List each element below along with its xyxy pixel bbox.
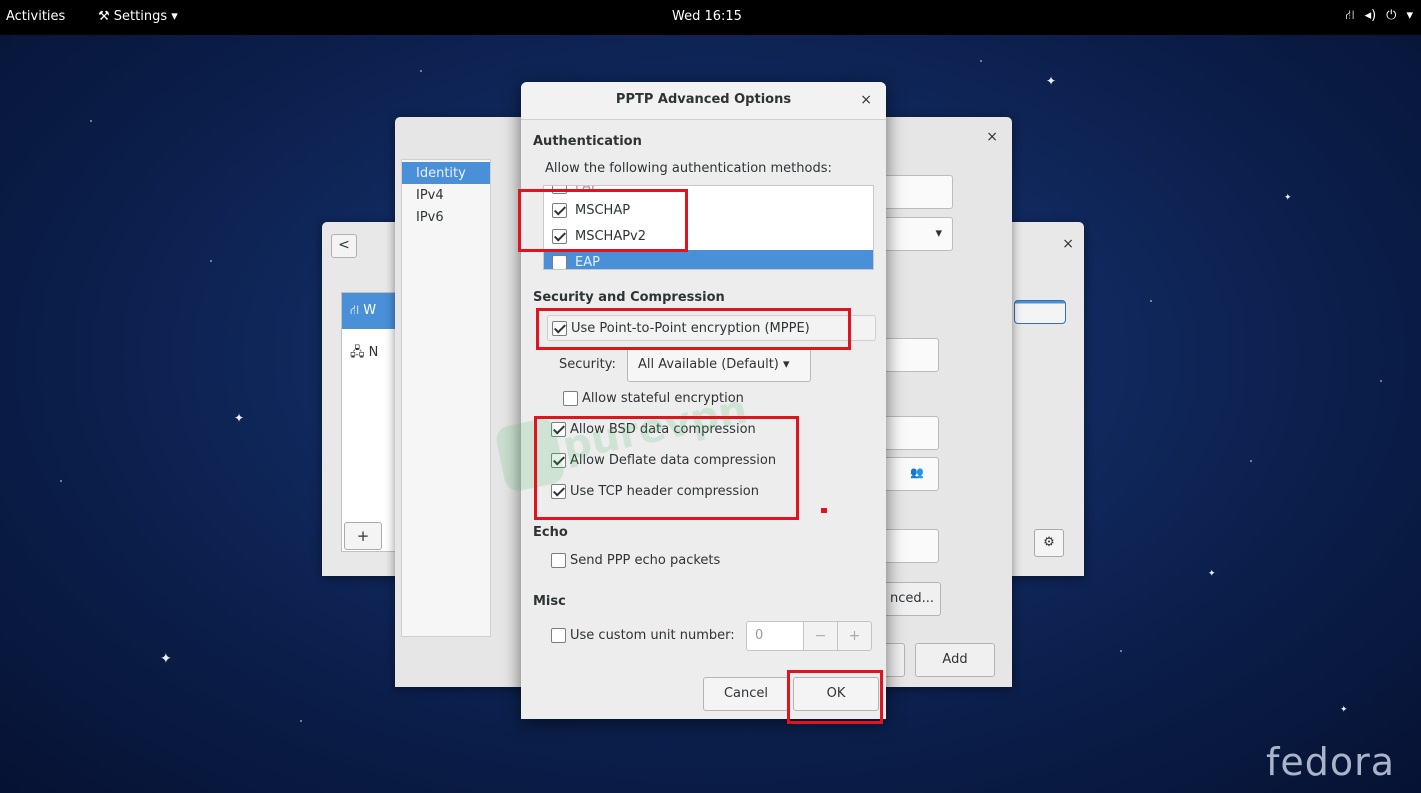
list-item[interactable]: MSCHAPv2 bbox=[544, 224, 873, 248]
sidebar-item-identity[interactable]: Identity bbox=[402, 162, 490, 184]
top-bar: Activities ⚒ Settings ▾ Wed 16:15 ⛙ ◂) ⏻… bbox=[0, 0, 1421, 35]
network-item[interactable]: 🖧 N bbox=[350, 343, 378, 365]
send-echo-row[interactable]: Send PPP echo packets bbox=[551, 553, 720, 568]
security-label: Security: bbox=[559, 357, 616, 372]
decrement-button[interactable]: − bbox=[803, 621, 838, 651]
bsd-compression-label: Allow BSD data compression bbox=[570, 422, 756, 437]
send-echo-label: Send PPP echo packets bbox=[570, 553, 721, 568]
network-item-label: N bbox=[368, 345, 379, 360]
cancel-button[interactable]: Cancel bbox=[703, 677, 789, 711]
list-item[interactable]: EAP bbox=[544, 250, 873, 270]
star-decoration: ✦ bbox=[1208, 569, 1216, 579]
use-mppe-label: Use Point-to-Point encryption (MPPE) bbox=[571, 320, 810, 336]
stateful-encryption-checkbox[interactable] bbox=[563, 391, 578, 406]
toggle-switch[interactable] bbox=[1014, 300, 1066, 324]
custom-unit-label: Use custom unit number: bbox=[570, 628, 735, 643]
authentication-heading: Authentication bbox=[533, 134, 642, 149]
tcp-header-compression-label: Use TCP header compression bbox=[570, 484, 760, 499]
security-value: All Available (Default) bbox=[638, 357, 779, 372]
star-decoration: ✦ bbox=[160, 651, 172, 667]
chevron-down-icon: ▾ bbox=[1406, 8, 1413, 23]
text-field[interactable] bbox=[875, 175, 953, 209]
authentication-prompt: Allow the following authentication metho… bbox=[545, 161, 832, 176]
chevron-down-icon: ▾ bbox=[783, 357, 790, 372]
misc-heading: Misc bbox=[533, 594, 566, 609]
wired-network-icon: 🖧 bbox=[350, 345, 365, 360]
bsd-compression-row[interactable]: Allow BSD data compression bbox=[551, 422, 756, 437]
sidebar-item-ipv6[interactable]: IPv6 bbox=[402, 206, 490, 228]
bsd-compression-checkbox[interactable] bbox=[551, 422, 566, 437]
star-decoration: ✦ bbox=[234, 411, 245, 425]
use-mppe-row[interactable]: Use Point-to-Point encryption (MPPE) bbox=[547, 315, 876, 341]
list-item-label: PAP bbox=[575, 185, 599, 194]
pap-checkbox[interactable] bbox=[552, 186, 567, 194]
dropdown[interactable]: ▾ bbox=[875, 217, 953, 251]
custom-unit-row[interactable]: Use custom unit number: bbox=[551, 628, 735, 643]
activities-button[interactable]: Activities bbox=[6, 9, 65, 24]
chevron-down-icon: ▾ bbox=[171, 9, 178, 24]
vpn-sidebar: Identity IPv4 IPv6 bbox=[401, 159, 491, 637]
list-item-label: MSCHAPv2 bbox=[575, 228, 647, 244]
pptp-advanced-options-dialog: PPTP Advanced Options × Authentication A… bbox=[521, 82, 886, 719]
gear-icon[interactable]: ⚙ bbox=[1034, 529, 1064, 557]
auth-methods-list: PAP MSCHAP MSCHAPv2 EAP bbox=[543, 185, 874, 270]
ok-button[interactable]: OK bbox=[793, 677, 879, 711]
system-menu[interactable]: ⛙ ◂) ⏻ ▾ bbox=[1345, 8, 1413, 25]
deflate-compression-label: Allow Deflate data compression bbox=[570, 453, 777, 468]
eap-checkbox[interactable] bbox=[552, 254, 567, 269]
volume-icon: ◂) bbox=[1364, 8, 1377, 23]
back-button[interactable]: < bbox=[331, 234, 357, 258]
use-mppe-checkbox[interactable] bbox=[552, 320, 567, 336]
dialog-header: PPTP Advanced Options × bbox=[521, 82, 886, 120]
mschapv2-checkbox[interactable] bbox=[552, 228, 567, 244]
chevron-down-icon: ▾ bbox=[935, 226, 942, 241]
wrench-screwdriver-icon: ⚒ bbox=[98, 9, 110, 24]
echo-heading: Echo bbox=[533, 525, 568, 540]
star-decoration: ✦ bbox=[1340, 705, 1348, 715]
unit-number-input[interactable]: 0 bbox=[746, 621, 804, 651]
app-menu[interactable]: ⚒ Settings ▾ bbox=[98, 9, 178, 24]
close-icon[interactable]: × bbox=[1062, 236, 1074, 252]
security-compression-heading: Security and Compression bbox=[533, 290, 725, 305]
add-connection-button[interactable]: + bbox=[344, 522, 382, 550]
app-menu-label: Settings bbox=[113, 9, 168, 24]
fedora-logo: fedora bbox=[1266, 740, 1396, 784]
power-icon: ⏻ bbox=[1386, 8, 1397, 23]
star-decoration: ✦ bbox=[1284, 193, 1292, 203]
list-item-label: EAP bbox=[575, 254, 600, 270]
list-item[interactable]: PAP bbox=[544, 185, 873, 198]
add-button[interactable]: Add bbox=[915, 643, 995, 677]
deflate-compression-row[interactable]: Allow Deflate data compression bbox=[551, 453, 776, 468]
list-item-label: MSCHAP bbox=[575, 202, 631, 218]
users-icon: 👥 bbox=[910, 466, 924, 479]
stateful-encryption-row[interactable]: Allow stateful encryption bbox=[563, 391, 744, 406]
sidebar-item-ipv4[interactable]: IPv4 bbox=[402, 184, 490, 206]
close-icon[interactable]: × bbox=[860, 92, 872, 108]
tcp-header-compression-row[interactable]: Use TCP header compression bbox=[551, 484, 759, 499]
highlight-marker bbox=[821, 508, 827, 513]
network-icon: ⛙ bbox=[1345, 8, 1355, 23]
send-echo-checkbox[interactable] bbox=[551, 553, 566, 568]
network-item-label: W bbox=[363, 303, 377, 318]
star-decoration: ✦ bbox=[1046, 74, 1057, 88]
mschap-checkbox[interactable] bbox=[552, 202, 567, 218]
custom-unit-checkbox[interactable] bbox=[551, 628, 566, 643]
deflate-compression-checkbox[interactable] bbox=[551, 453, 566, 468]
close-icon[interactable]: × bbox=[986, 129, 998, 145]
tcp-header-compression-checkbox[interactable] bbox=[551, 484, 566, 499]
increment-button[interactable]: + bbox=[837, 621, 872, 651]
list-item[interactable]: MSCHAP bbox=[544, 198, 873, 222]
dialog-title: PPTP Advanced Options bbox=[615, 92, 792, 107]
security-dropdown[interactable]: All Available (Default) ▾ bbox=[627, 348, 811, 382]
clock[interactable]: Wed 16:15 bbox=[672, 9, 742, 24]
network-icon: ⛙ bbox=[350, 303, 360, 318]
stateful-encryption-label: Allow stateful encryption bbox=[582, 391, 744, 406]
